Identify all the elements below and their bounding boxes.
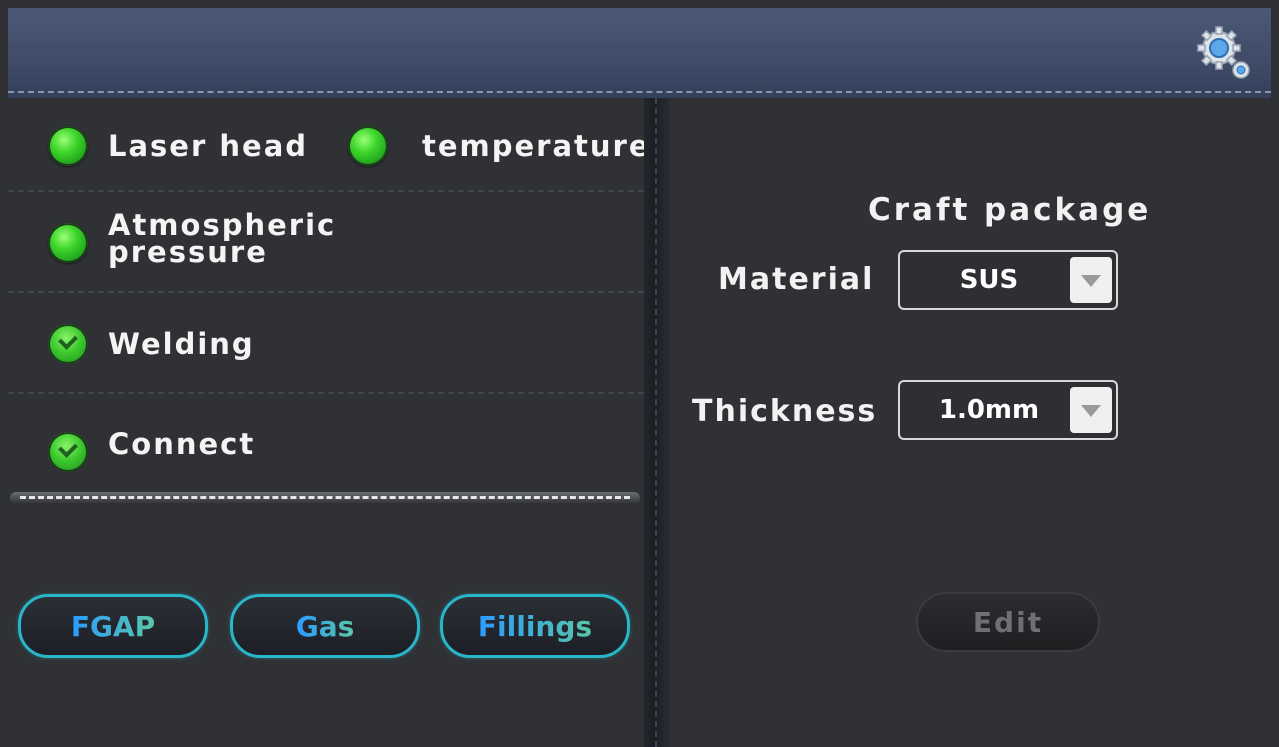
status-panel: Laser head temperature Atmospheric press… [8, 98, 649, 747]
chevron-down-icon[interactable] [1070, 257, 1112, 303]
fgap-button-label: FGAP [70, 609, 156, 643]
edit-button[interactable]: Edit [916, 592, 1100, 652]
section-divider [10, 492, 640, 504]
divider-seam [655, 98, 657, 747]
welding-check-icon [48, 324, 88, 364]
temperature-led-icon [348, 126, 388, 166]
status-temperature: temperature [348, 126, 651, 166]
material-select[interactable]: SUS [898, 250, 1118, 310]
thickness-select[interactable]: 1.0mm [898, 380, 1118, 440]
fgap-button[interactable]: FGAP [18, 594, 208, 658]
craft-package-title: Craft package [868, 192, 1152, 228]
status-laser-head: Laser head [48, 126, 308, 166]
status-atmospheric-pressure: Atmospheric pressure [48, 211, 336, 269]
header-stitch [8, 91, 1271, 93]
gas-button-label: Gas [295, 609, 355, 643]
fillings-button[interactable]: Fillings [440, 594, 630, 658]
chevron-down-icon[interactable] [1070, 387, 1112, 433]
panel-divider [644, 98, 670, 747]
thickness-value: 1.0mm [938, 395, 1040, 425]
connect-check-icon [48, 432, 88, 472]
status-connect: Connect [48, 427, 256, 472]
atmospheric-led-icon [48, 223, 88, 263]
row-divider [8, 190, 644, 192]
laser-head-led-icon [48, 126, 88, 166]
status-welding: Welding [48, 324, 255, 364]
gears-icon[interactable] [1197, 26, 1253, 82]
gas-button[interactable]: Gas [230, 594, 420, 658]
top-header [8, 8, 1271, 100]
welding-label: Welding [108, 327, 255, 361]
craft-panel: Craft package Material SUS Thickness 1.0… [670, 98, 1271, 747]
material-value: SUS [959, 265, 1019, 295]
row-divider [8, 392, 644, 394]
thickness-label: Thickness [692, 394, 878, 429]
connect-label: Connect [108, 427, 256, 461]
atmospheric-label: Atmospheric pressure [108, 211, 336, 269]
laser-head-label: Laser head [108, 129, 309, 163]
fillings-button-label: Fillings [477, 609, 593, 643]
material-label: Material [718, 262, 875, 297]
temperature-label: temperature [422, 129, 651, 163]
row-divider [8, 291, 644, 293]
atmospheric-label-line2: pressure [108, 235, 268, 269]
